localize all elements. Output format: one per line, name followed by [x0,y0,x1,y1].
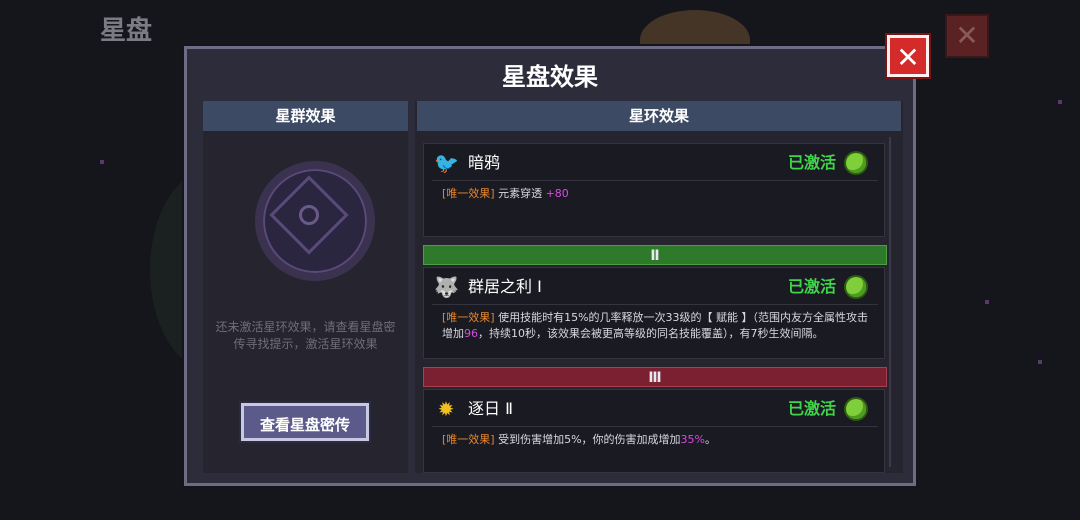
tier-ii-divider: Ⅱ [423,245,887,265]
effect-entry-header: ✹ 逐日 Ⅱ 已激活 [424,390,884,426]
status-activated: 已激活 [787,399,836,418]
effect-description: [唯一效果] 受到伤害增加5%，你的伤害加成增加35%。 [442,432,872,448]
constellation-effects-panel: 星群效果 还未激活星环效果，请查看星盘密传寻找提示，激活星环效果 查看星盘密传 [203,101,408,473]
effect-tag: [唯一效果] [442,433,495,446]
effect-entry-pack-advantage: 🐺 群居之利 Ⅰ 已激活 [唯一效果] 使用技能时有15%的几率释放一次33级的… [423,267,885,359]
status-activated: 已激活 [787,277,836,296]
tier-iii-divider: Ⅲ [423,367,887,387]
raven-icon: 🐦 [434,151,459,175]
effect-description: [唯一效果] 元素穿透 +80 [442,186,872,202]
close-button[interactable]: ✕ [887,35,929,77]
star-disc-icon [255,161,375,281]
dialog-title: 星盘效果 [502,63,598,91]
constellation-effects-header: 星群效果 [203,101,408,131]
star-decor [1038,360,1042,364]
star-decor [1058,100,1062,104]
effect-name: 群居之利 Ⅰ [468,277,542,296]
effect-entry-header: 🐺 群居之利 Ⅰ 已激活 [424,268,884,304]
desc-value: +80 [545,187,569,200]
effect-name: 暗鸦 [468,153,501,172]
page-title: 星盘 [100,16,153,46]
desc-text: 。 [705,433,716,446]
star-disc-core-icon [299,205,319,225]
divider [432,304,878,305]
effect-tag: [唯一效果] [442,187,495,200]
effect-entry-dark-raven: 🐦 暗鸦 已激活 [唯一效果] 元素穿透 +80 [423,143,885,237]
wolf-icon: 🐺 [434,275,459,299]
desc-text: ，持续10秒，该效果会被更高等级的同名技能覆盖），有7秒生效间隔。 [478,327,824,340]
status-indicator-icon [846,277,866,297]
desc-value: 35% [680,433,705,446]
divider [432,180,878,181]
view-star-secrets-button[interactable]: 查看星盘密传 [241,403,369,441]
inactive-hint-text: 还未激活星环效果，请查看星盘密传寻找提示，激活星环效果 [215,320,396,351]
star-decor [100,160,104,164]
background-close-button[interactable]: ✕ [945,14,989,58]
desc-value: 96 [464,327,478,340]
status-indicator-icon [846,153,866,173]
status-activated: 已激活 [787,153,836,172]
desc-text: 受到伤害增加5%，你的伤害加成增加 [498,433,681,446]
status-indicator-icon [846,399,866,419]
star-decor [985,300,989,304]
effect-description: [唯一效果] 使用技能时有15%的几率释放一次33级的【 赋能 】（范围内友方全… [442,310,872,342]
star-ring-effects-panel[interactable]: 星环效果 🐦 暗鸦 已激活 [唯一效果] 元素穿透 +80 Ⅱ 🐺 群居之利 Ⅰ… [415,101,903,473]
effect-name: 逐日 Ⅱ [468,399,513,418]
effect-entry-chase-sun: ✹ 逐日 Ⅱ 已激活 [唯一效果] 受到伤害增加5%，你的伤害加成增加35%。 [423,389,885,473]
divider [432,426,878,427]
star-ring-effects-header: 星环效果 [417,101,901,131]
star-chart-effects-dialog: 星盘效果 ✕ 星群效果 还未激活星环效果，请查看星盘密传寻找提示，激活星环效果 … [184,35,929,486]
desc-text: 元素穿透 [498,187,546,200]
effect-entry-header: 🐦 暗鸦 已激活 [424,144,884,180]
scrollbar[interactable] [889,137,891,467]
sun-icon: ✹ [437,397,455,421]
effect-tag: [唯一效果] [442,311,495,324]
